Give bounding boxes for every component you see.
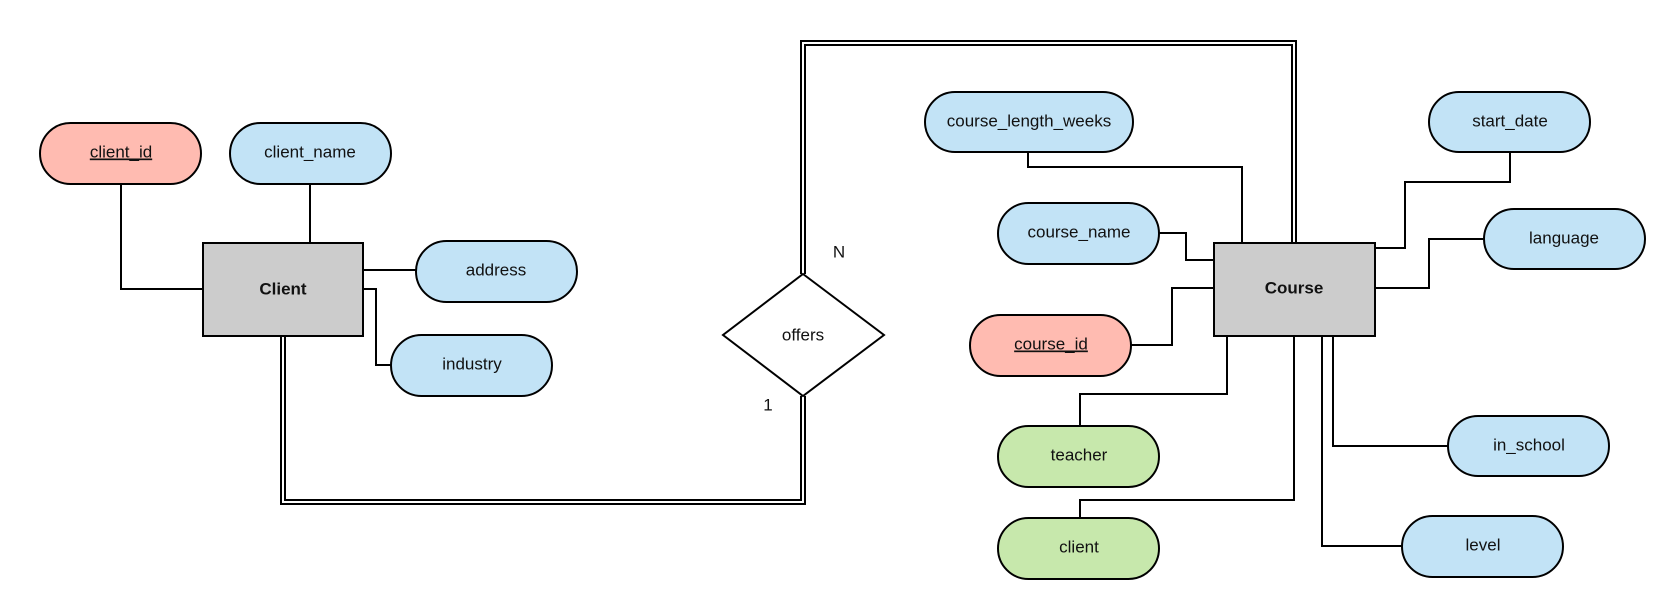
attribute-teacher[interactable]: teacher [997,425,1160,488]
relationship-offers-label: offers [782,325,824,344]
connector-in_school [1332,336,1448,447]
entity-course-label: Course [1265,278,1324,297]
attribute-course_id-label: course_id [1014,334,1088,353]
attribute-in_school[interactable]: in_school [1447,415,1610,477]
attribute-course_name-label: course_name [1027,222,1130,241]
attribute-client_name[interactable]: client_name [229,122,392,185]
er-diagram-canvas: Client Course offers N 1 client_id clien… [39,40,1646,580]
cardinality-client-side: 1 [763,395,772,414]
connector-course_id [1131,287,1214,346]
attribute-start_date[interactable]: start_date [1428,91,1591,153]
attribute-client-fk[interactable]: client [997,517,1160,580]
connector-language [1375,238,1484,289]
attribute-client_id-label: client_id [90,142,152,161]
cardinality-course-side: N [833,242,845,261]
attribute-client-fk-label: client [1059,537,1099,556]
entity-client[interactable]: Client [202,242,364,337]
attribute-course_id[interactable]: course_id [969,314,1132,377]
relationship-offers[interactable]: offers [721,272,886,398]
connector-industry [363,288,391,366]
attribute-address[interactable]: address [415,240,578,303]
attribute-level-label: level [1466,535,1501,554]
attribute-level[interactable]: level [1401,515,1564,578]
attribute-client_id[interactable]: client_id [39,122,202,185]
connector-client_id [120,185,203,290]
entity-course[interactable]: Course [1213,242,1376,337]
attribute-start_date-label: start_date [1472,111,1548,130]
attribute-course_name[interactable]: course_name [997,202,1160,265]
attribute-course_length_weeks-label: course_length_weeks [947,111,1111,130]
connector-course_name [1159,232,1214,261]
attribute-language-label: language [1529,228,1599,247]
attribute-language[interactable]: language [1483,208,1646,270]
attribute-industry-label: industry [442,354,502,373]
attribute-in_school-label: in_school [1493,435,1565,454]
attribute-industry[interactable]: industry [390,334,553,397]
attribute-teacher-label: teacher [1051,445,1108,464]
attribute-client_name-label: client_name [264,142,356,161]
attribute-address-label: address [466,260,526,279]
entity-client-label: Client [259,279,307,298]
attribute-course_length_weeks[interactable]: course_length_weeks [924,91,1134,153]
